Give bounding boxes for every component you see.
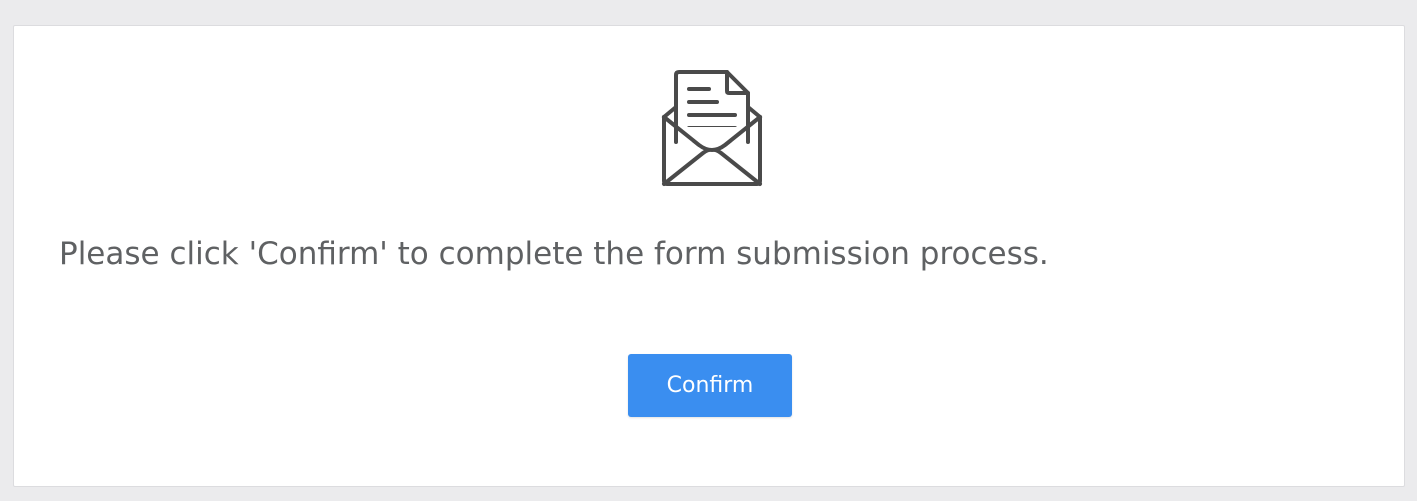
envelope-letter-icon [659, 69, 765, 187]
confirmation-card: Please click 'Confirm' to complete the f… [13, 25, 1405, 487]
confirm-button[interactable]: Confirm [628, 354, 792, 417]
confirmation-message: Please click 'Confirm' to complete the f… [59, 236, 1049, 272]
